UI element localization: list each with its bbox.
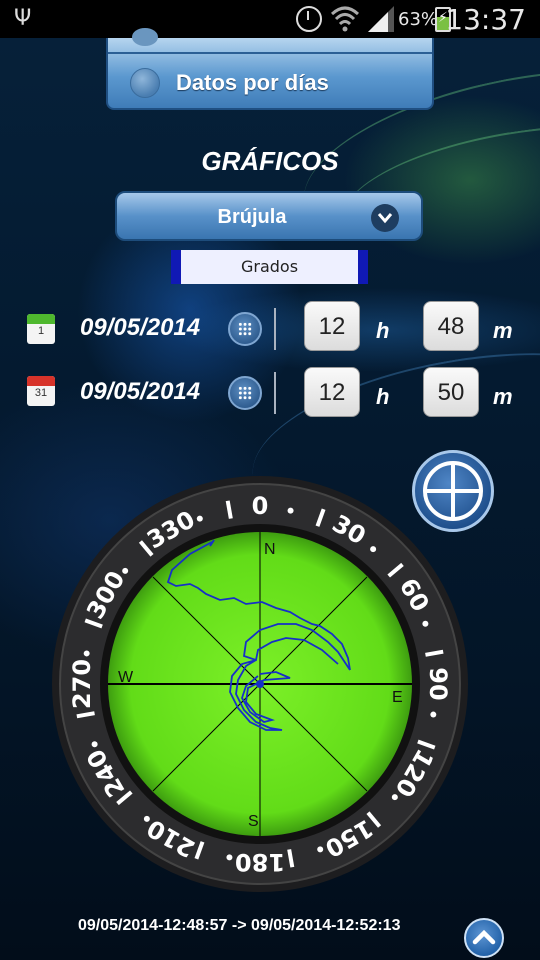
divider [108,52,432,54]
calendar-end-icon: 31 [27,376,55,406]
bezel-dot [430,711,437,718]
start-hour-field[interactable]: 12 [304,301,360,351]
bezel-dot [83,650,90,657]
start-minute-field[interactable]: 48 [423,301,479,351]
bezel-dot [143,815,150,822]
scroll-up-button[interactable] [464,918,504,958]
east-label: E [392,689,403,706]
time-range-footer: 09/05/2014-12:48:57 -> 09/05/2014-12:52:… [78,917,401,934]
calendar-start-icon: 1 [27,314,55,344]
chart-type-value: Brújula [217,206,287,228]
minute-unit-label: m [493,318,513,343]
divider [274,308,276,350]
west-label: W [118,669,134,686]
bezel-dot [196,515,203,522]
bezel-dot [91,741,98,748]
chart-type-select[interactable]: Brújula [115,191,423,241]
bezel-dot [422,620,429,627]
battery-percent: 63% [398,9,439,30]
hour-unit-label: h [376,384,390,409]
bezel-label-270: 270 [68,659,96,709]
end-date-picker-button[interactable] [228,376,262,410]
datos-por-dias-label[interactable]: Datos por días [176,70,329,96]
usb-icon: Ψ [14,6,32,31]
start-date-picker-button[interactable] [228,312,262,346]
radio-button-partial[interactable] [132,28,158,46]
divider [274,372,276,414]
end-hour-field[interactable]: 12 [304,367,360,417]
bezel-dot [122,567,129,574]
compass-chart: 0306090120150180210240270300330 N E S W [52,476,468,892]
end-minute-field[interactable]: 50 [423,367,479,417]
alarm-icon [296,6,322,32]
chevron-down-icon [371,204,399,232]
clock: 13:37 [445,3,526,36]
bezel-dot [317,846,324,853]
start-date[interactable]: 09/05/2014 [80,314,200,342]
bezel-dot [287,507,294,514]
bezel-label-90: 90 [424,667,452,700]
minute-unit-label: m [493,384,513,409]
hour-unit-label: h [376,318,390,343]
bezel-dot [226,854,233,861]
end-date[interactable]: 09/05/2014 [80,378,200,406]
graficos-heading: GRÁFICOS [201,146,339,176]
chevron-up-icon [472,929,496,945]
status-bar: Ψ 63% ⚡ 13:37 [0,0,540,38]
grados-tab[interactable]: Grados [171,250,368,284]
grid-icon [238,322,252,336]
grid-icon [238,386,252,400]
bezel-dot [370,546,377,553]
north-label: N [264,541,276,558]
wifi-icon [330,6,360,32]
datos-por-dias-radio[interactable] [130,68,160,98]
bezel-label-0: 0 [252,492,269,520]
south-label: S [248,813,259,830]
trace-center-mark [256,680,264,688]
signal-icon [368,6,394,32]
bezel-label-180: 180 [235,848,285,876]
data-options-card: Datos por días [106,28,434,110]
bezel-dot [391,794,398,801]
